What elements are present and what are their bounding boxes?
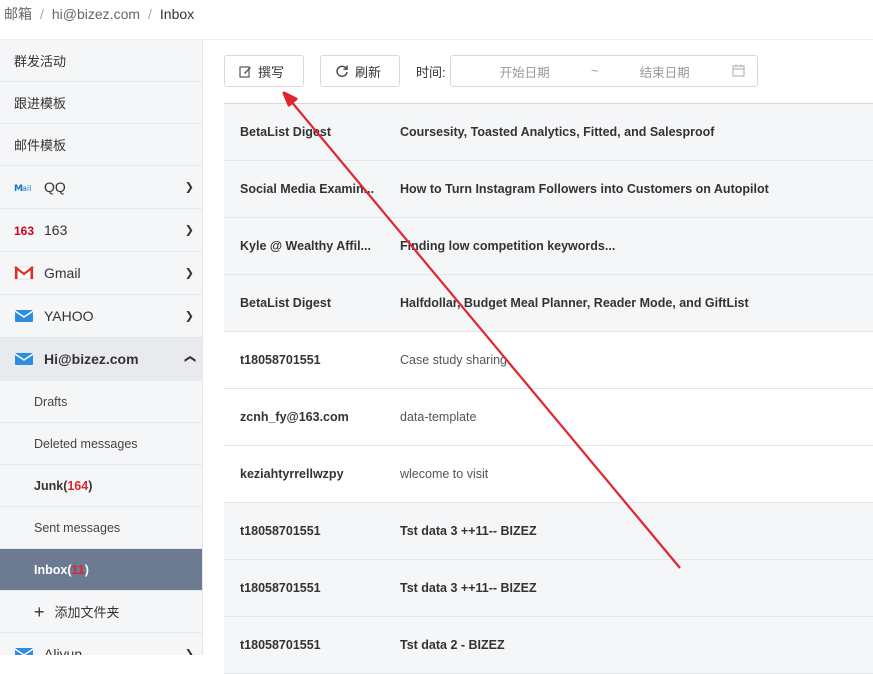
unread-count-badge: 164 <box>67 478 89 493</box>
sidebar-account-current[interactable]: Hi@bizez.com ❯ <box>0 338 202 381</box>
chevron-up-icon[interactable]: ❯ <box>183 354 196 363</box>
breadcrumb-mailbox[interactable]: 邮箱 <box>4 6 32 22</box>
toolbar: 撰写 刷新 时间: 开始日期 ~ 结束日期 <box>224 55 758 87</box>
breadcrumb-account[interactable]: hi@bizez.com <box>52 6 140 22</box>
mail-sender: Social Media Examin... <box>240 182 375 196</box>
folder-label: Inbox <box>34 562 68 577</box>
mail-sender: t18058701551 <box>240 524 321 538</box>
mail-row[interactable]: t18058701551 Tst data 2 - BIZEZ <box>224 617 873 674</box>
mail-row[interactable]: t18058701551 Tst data 3 ++11-- BIZEZ <box>224 560 873 617</box>
mail-subject: Case study sharing <box>400 353 508 367</box>
sidebar-item-label: 邮件模板 <box>14 138 67 153</box>
mail-row[interactable]: keziahtyrrellwzpy wlecome to visit <box>224 446 873 503</box>
folder-label: Deleted messages <box>34 436 138 451</box>
mail-row[interactable]: t18058701551 Tst data 3 ++11-- BIZEZ <box>224 503 873 560</box>
refresh-label: 刷新 <box>355 64 382 80</box>
range-separator: ~ <box>590 64 599 78</box>
sidebar-item-followup-templates[interactable]: 跟进模板 <box>0 82 202 124</box>
sidebar-account-label: YAHOO <box>44 308 94 324</box>
mail-subject: data-template <box>400 410 477 424</box>
sidebar-account-label: Aliyun <box>44 646 83 655</box>
mail-envelope-icon <box>14 646 38 655</box>
gmail-icon <box>14 266 38 280</box>
mail-list: BetaList Digest Coursesity, Toasted Analy… <box>224 103 873 674</box>
sidebar-account-label: 163 <box>44 222 68 238</box>
mail-sender: t18058701551 <box>240 638 321 652</box>
mail-sender: t18058701551 <box>240 353 321 367</box>
mail-sender: zcnh_fy@163.com <box>240 410 349 424</box>
chevron-down-icon[interactable]: ❯ <box>185 648 194 656</box>
sidebar: 群发活动 跟进模板 邮件模板 Mail QQ ❯ 163 163 ❯ Gmail… <box>0 40 203 655</box>
sidebar-item-mass-campaign[interactable]: 群发活动 <box>0 40 202 82</box>
chevron-down-icon[interactable]: ❯ <box>185 181 194 194</box>
mail-sender: keziahtyrrellwzpy <box>240 467 344 481</box>
mail-row[interactable]: Social Media Examin... How to Turn Instag… <box>224 161 873 218</box>
compose-button[interactable]: 撰写 <box>224 55 304 87</box>
plus-icon: + <box>34 601 45 622</box>
folder-label: Junk <box>34 478 64 493</box>
folder-drafts[interactable]: Drafts <box>0 381 202 423</box>
folder-junk[interactable]: Junk(164) <box>0 465 202 507</box>
mail-subject: wlecome to visit <box>400 467 489 481</box>
end-date-input[interactable]: 结束日期 <box>605 62 725 81</box>
svg-text:ail: ail <box>22 184 31 192</box>
folder-deleted[interactable]: Deleted messages <box>0 423 202 465</box>
mail-subject: Coursesity, Toasted Analytics, Fitted, a… <box>400 125 715 139</box>
unread-count-badge: 11 <box>71 562 85 577</box>
qq-mail-icon: Mail <box>14 182 38 192</box>
mail-subject: Halfdollar, Budget Meal Planner, Reader … <box>400 296 749 310</box>
sidebar-account-aliyun[interactable]: Aliyun ❯ <box>0 633 202 655</box>
date-range-picker[interactable]: 开始日期 ~ 结束日期 <box>449 55 758 87</box>
mail-envelope-icon <box>14 351 38 367</box>
compose-label: 撰写 <box>258 64 285 80</box>
edit-icon <box>239 65 252 78</box>
mail-subject: Tst data 2 - BIZEZ <box>400 638 505 652</box>
folder-sent[interactable]: Sent messages <box>0 507 202 549</box>
refresh-icon <box>335 64 349 78</box>
mail-sender: t18058701551 <box>240 581 321 595</box>
sidebar-account-label: QQ <box>44 179 66 195</box>
mail-sender: Kyle @ Wealthy Affil... <box>240 239 371 253</box>
sidebar-account-label: Gmail <box>44 265 81 281</box>
sidebar-account-163[interactable]: 163 163 ❯ <box>0 209 202 252</box>
mail-row[interactable]: BetaList Digest Halfdollar, Budget Meal P… <box>224 275 873 332</box>
yahoo-mail-icon <box>14 308 38 324</box>
time-label: 时间: <box>416 64 446 80</box>
sidebar-account-yahoo[interactable]: YAHOO ❯ <box>0 295 202 338</box>
mail-subject: Tst data 3 ++11-- BIZEZ <box>400 524 537 538</box>
mail-subject: Finding low competition keywords... <box>400 239 616 253</box>
svg-text:163: 163 <box>14 224 34 237</box>
mail-row[interactable]: zcnh_fy@163.com data-template <box>224 389 873 446</box>
mail-subject: Tst data 3 ++11-- BIZEZ <box>400 581 537 595</box>
mail-subject: How to Turn Instagram Followers into Cus… <box>400 182 769 196</box>
163-icon: 163 <box>14 223 38 237</box>
folder-label: Drafts <box>34 394 68 409</box>
mail-row[interactable]: t18058701551 Case study sharing <box>224 332 873 389</box>
mail-sender: BetaList Digest <box>240 296 331 310</box>
breadcrumb-separator: / <box>148 6 152 22</box>
sidebar-account-qq[interactable]: Mail QQ ❯ <box>0 166 202 209</box>
folder-label: Sent messages <box>34 520 121 535</box>
add-folder-label: 添加文件夹 <box>54 605 120 620</box>
chevron-down-icon[interactable]: ❯ <box>185 224 194 237</box>
sidebar-account-label: Hi@bizez.com <box>44 351 139 367</box>
breadcrumb-current: Inbox <box>159 6 195 22</box>
start-date-input[interactable]: 开始日期 <box>465 62 585 81</box>
folder-inbox[interactable]: Inbox(11) <box>0 549 202 591</box>
chevron-down-icon[interactable]: ❯ <box>185 267 194 280</box>
chevron-down-icon[interactable]: ❯ <box>185 310 194 323</box>
refresh-button[interactable]: 刷新 <box>320 55 400 87</box>
sidebar-item-label: 群发活动 <box>14 54 67 69</box>
calendar-icon[interactable] <box>732 64 745 80</box>
mail-row[interactable]: Kyle @ Wealthy Affil... Finding low compe… <box>224 218 873 275</box>
add-folder-button[interactable]: + 添加文件夹 <box>0 591 202 633</box>
sidebar-item-mail-templates[interactable]: 邮件模板 <box>0 124 202 166</box>
sidebar-account-gmail[interactable]: Gmail ❯ <box>0 252 202 295</box>
mail-sender: BetaList Digest <box>240 125 331 139</box>
breadcrumb: 邮箱 / hi@bizez.com / Inbox <box>0 0 873 40</box>
breadcrumb-separator: / <box>40 6 44 22</box>
mail-row[interactable]: BetaList Digest Coursesity, Toasted Analy… <box>224 104 873 161</box>
sidebar-item-label: 跟进模板 <box>14 96 67 111</box>
